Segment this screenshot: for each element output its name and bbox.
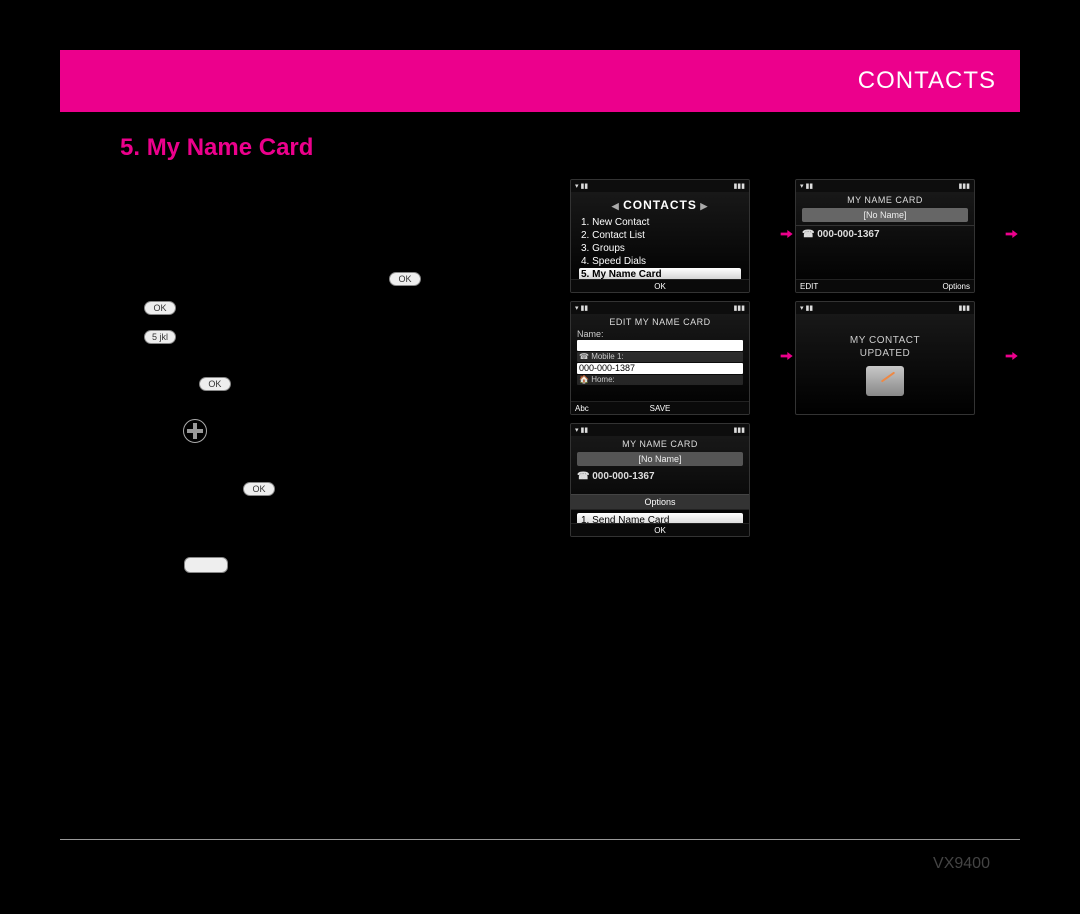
right-softkey-icon [184,557,228,573]
updated-message: MY CONTACT UPDATED [796,334,974,360]
screen-title: MY NAME CARD [796,195,974,205]
topic-number: 5. [120,134,140,161]
page-number: 59 [999,852,1020,873]
status-bar: ▾ ▮▮▮▮▮ [796,180,974,192]
page-footer: VX9400 59 [60,839,1020,874]
status-bar: ▾ ▮▮▮▮▮ [571,180,749,192]
edit-icon [866,366,904,396]
softkey-bar: OK [571,523,749,536]
menu-label: [MENU] [427,269,499,291]
softkey-bar: EDIT Options [796,279,974,292]
name-label: Name: [571,329,749,339]
mobile-field: 000-000-1387 [577,363,743,374]
screen-title: ◀ CONTACTS ▶ [571,198,749,212]
menu-item: 1. New Contact [579,216,741,229]
softkey-bar: OK [571,279,749,292]
screenshot-edit-name-card: ▾ ▮▮▮▮▮ EDIT MY NAME CARD Name: ☎ Mobile… [570,301,750,415]
arrow-right-icon [777,225,795,248]
options-label: [Options] [234,555,323,577]
screen-title: MY NAME CARD [571,439,749,449]
five-key-icon: 5 jkl [144,330,176,344]
section-header-title: CONTACTS [858,67,996,95]
options-header: Options [571,494,749,510]
arrow-right-icon [1002,347,1020,370]
menu-list: 1. New Contact 2. Contact List 3. Groups… [571,216,749,281]
arrow-right-icon [1002,225,1020,248]
steps-list: 1. Swivel the LCD, then press OK [MENU],… [120,266,540,581]
section-header: CONTACTS [60,50,1020,112]
menu-item: 3. Groups [579,242,741,255]
screen-title: EDIT MY NAME CARD [571,317,749,327]
dpad-icon [183,419,207,443]
topic-intro: Allows you to view all of your personal … [120,172,540,250]
screenshot-options-menu: ▾ ▮▮▮▮▮ MY NAME CARD [No Name] ☎ 000-000… [570,423,750,537]
screenshot-name-card-view: ▾ ▮▮▮▮▮ MY NAME CARD [No Name] ☎ 000-000… [795,179,975,293]
softkey-bar: Abc SAVE [571,401,749,414]
screenshots-grid: ▾ ▮▮▮▮▮ ◀ CONTACTS ▶ 1. New Contact 2. C… [570,179,1020,537]
status-bar: ▾ ▮▮▮▮▮ [796,302,974,314]
ok-key-icon: OK [243,482,275,496]
manual-page: CONTACTS 5. My Name Card Allows you to v… [0,0,1080,914]
status-bar: ▾ ▮▮▮▮▮ [571,302,749,314]
model-number: VX9400 [933,855,990,872]
example-label: Let's take an example: [570,146,1020,169]
status-bar: ▾ ▮▮▮▮▮ [571,424,749,436]
contact-number: ☎ 000-000-1367 [571,469,749,484]
topic-name: My Name Card [147,134,314,161]
contact-name: [No Name] [802,208,968,222]
screenshot-contact-updated: ▾ ▮▮▮▮▮ MY CONTACT UPDATED [795,301,975,415]
left-column: 5. My Name Card Allows you to view all o… [120,134,540,599]
step-2: 2. Press OK [EDIT]. [120,371,540,400]
menu-item: 2. Contact List [579,229,741,242]
edit-label: [EDIT] [237,374,296,396]
contact-name: [No Name] [577,452,743,466]
home-label: 🏠 Home: [577,375,743,385]
page-body: 5. My Name Card Allows you to view all o… [60,112,1020,599]
menu-item: 4. Speed Dials [579,255,741,268]
mobile-label: ☎ Mobile 1: [577,352,743,362]
name-field [577,340,743,351]
step-1: 1. Swivel the LCD, then press OK [MENU],… [120,266,540,353]
contact-number: ☎ 000-000-1367 [796,225,974,243]
ok-key-icon: OK [199,377,231,391]
right-column: Let's take an example: ▾ ▮▮▮▮▮ ◀ CONTACT… [570,134,1020,599]
arrow-right-icon [777,347,795,370]
step-3: 3. Use to highlight the information you … [120,418,540,505]
step-4: 4. Send your name card using the Right S… [120,523,540,581]
screenshot-contacts-menu: ▾ ▮▮▮▮▮ ◀ CONTACTS ▶ 1. New Contact 2. C… [570,179,750,293]
topic-title: 5. My Name Card [120,134,540,162]
ok-key-icon: OK [144,301,176,315]
ok-key-icon: OK [389,272,421,286]
